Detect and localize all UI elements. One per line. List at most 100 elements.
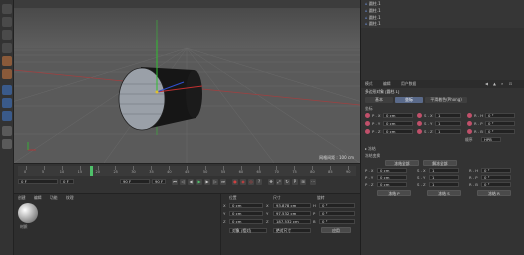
- tab-coords[interactable]: 坐标: [395, 97, 423, 103]
- object-row[interactable]: ⌂ 圆柱.1: [365, 21, 521, 27]
- mat-menu-edit[interactable]: 编辑: [34, 195, 42, 200]
- playhead[interactable]: [90, 166, 93, 176]
- fscale-y-field[interactable]: 1: [429, 175, 459, 180]
- keyframe-dot-icon[interactable]: [365, 113, 370, 118]
- keyframe-dot-icon[interactable]: [365, 129, 370, 134]
- apply-button[interactable]: 应用: [321, 227, 351, 233]
- menu-userdata[interactable]: 用户数据: [401, 81, 416, 86]
- keyframe-dot-icon[interactable]: [365, 121, 370, 126]
- frot-h-field[interactable]: 0 °: [481, 168, 511, 173]
- lock-icon[interactable]: ⊡: [509, 81, 512, 86]
- coord-rot-h[interactable]: 0 °: [319, 203, 355, 208]
- dots-icon[interactable]: ⋯: [310, 179, 316, 185]
- mat-menu-texture[interactable]: 纹理: [66, 195, 74, 200]
- pos-x-field[interactable]: 0 cm: [383, 113, 413, 118]
- scale-x-field[interactable]: 1: [435, 113, 461, 118]
- 3d-viewport[interactable]: 网格间距 : 100 cm: [14, 0, 360, 163]
- autokey-icon[interactable]: ◉: [240, 179, 246, 185]
- scale-key-icon[interactable]: ⤢: [276, 179, 282, 185]
- polys-mode-icon[interactable]: [2, 111, 12, 121]
- record-icon[interactable]: ●: [232, 179, 238, 185]
- coord-size-mode-select[interactable]: 绝对尺寸: [273, 228, 311, 233]
- coord-mode-select[interactable]: 对象 (相对): [229, 228, 267, 233]
- rot-b-field[interactable]: 0 °: [485, 129, 515, 134]
- tab-phong[interactable]: 平滑着色(Phong): [425, 97, 467, 103]
- keyframe-dot-icon[interactable]: [417, 129, 422, 134]
- material-swatch[interactable]: [18, 203, 38, 223]
- fpos-z-field[interactable]: 0 cm: [377, 182, 407, 187]
- fpos-x-field[interactable]: 0 cm: [377, 168, 407, 173]
- prev-frame-icon[interactable]: ◀: [188, 179, 194, 185]
- coord-pos-x[interactable]: 0 cm: [229, 203, 263, 208]
- coord-rot-p[interactable]: 0 °: [319, 211, 355, 216]
- freeze-r-button[interactable]: 冻结 R: [477, 190, 511, 196]
- menu-edit[interactable]: 编辑: [383, 81, 391, 86]
- goto-end-icon[interactable]: ⏭: [220, 179, 226, 185]
- rot-p-field[interactable]: 0 °: [485, 121, 515, 126]
- freeze-section[interactable]: ▸ 冻结: [365, 146, 376, 151]
- start-frame-field[interactable]: 0 F: [60, 179, 74, 184]
- mat-menu-function[interactable]: 功能: [50, 195, 58, 200]
- up-icon[interactable]: ▲: [493, 81, 496, 86]
- undo-icon[interactable]: [2, 4, 12, 14]
- mat-menu-create[interactable]: 创建: [18, 195, 26, 200]
- back-icon[interactable]: ◀: [485, 81, 488, 86]
- pos-key-icon[interactable]: ✥: [268, 179, 274, 185]
- object-row[interactable]: ⌂ 圆柱.1: [365, 8, 521, 14]
- timeline-ruler[interactable]: 0 5 10 15 20 25 30 35 40 45 50 55 60 65 70 75 80 85 90: [18, 166, 356, 176]
- keyframe-dot-icon[interactable]: [417, 121, 422, 126]
- rot-key-icon[interactable]: ↻: [284, 179, 290, 185]
- param-key-icon[interactable]: P: [292, 179, 298, 185]
- move-tool-icon[interactable]: [2, 17, 12, 27]
- object-row[interactable]: ⌂ 圆柱.1: [365, 1, 521, 7]
- scale-y-field[interactable]: 1: [435, 121, 461, 126]
- freeze-p-button[interactable]: 冻结 P: [377, 190, 411, 196]
- tab-basic[interactable]: 基本: [365, 97, 393, 103]
- fscale-z-field[interactable]: 1: [429, 182, 459, 187]
- rotate-tool-icon[interactable]: [2, 43, 12, 53]
- coord-rot-b[interactable]: 0 °: [319, 219, 355, 224]
- pos-z-field[interactable]: 0 cm: [383, 129, 413, 134]
- play-icon[interactable]: ▶: [196, 179, 202, 185]
- order-select[interactable]: HPB: [481, 137, 501, 142]
- cube-icon[interactable]: [2, 56, 12, 66]
- fpos-y-field[interactable]: 0 cm: [377, 175, 407, 180]
- end-frame-field[interactable]: 90 F: [120, 179, 150, 184]
- coord-pos-y[interactable]: 0 cm: [229, 211, 263, 216]
- coord-size-x[interactable]: 93.878 cm: [273, 203, 311, 208]
- rot-h-field[interactable]: 0 °: [485, 113, 515, 118]
- keyframe-selection-icon[interactable]: ◎: [248, 179, 254, 185]
- keyframe-dot-icon[interactable]: [467, 113, 472, 118]
- goto-start-icon[interactable]: ⏮: [172, 179, 178, 185]
- menu-mode[interactable]: 模式: [365, 81, 373, 86]
- pos-y-field[interactable]: 0 cm: [383, 121, 413, 126]
- polygon-icon[interactable]: [2, 69, 12, 79]
- lock-icon[interactable]: [2, 139, 12, 149]
- next-key-icon[interactable]: ▷: [212, 179, 218, 185]
- frot-b-field[interactable]: 0 °: [481, 182, 511, 187]
- next-frame-icon[interactable]: ▶: [204, 179, 210, 185]
- coord-size-y[interactable]: 97.532 cm: [273, 211, 311, 216]
- coord-size-z[interactable]: 187.532 cm: [273, 219, 311, 224]
- end2-frame-field[interactable]: 90 F: [152, 179, 166, 184]
- points-mode-icon[interactable]: [2, 85, 12, 95]
- freeze-s-button[interactable]: 冻结 S: [427, 190, 461, 196]
- keyframe-dot-icon[interactable]: [467, 121, 472, 126]
- snap-icon[interactable]: [2, 126, 12, 136]
- keyframe-dot-icon[interactable]: [467, 129, 472, 134]
- current-frame-field[interactable]: 0 F: [18, 179, 58, 184]
- keyframe-dot-icon[interactable]: [417, 113, 422, 118]
- edges-mode-icon[interactable]: [2, 98, 12, 108]
- material-label[interactable]: 材质: [20, 224, 28, 229]
- scale-tool-icon[interactable]: [2, 30, 12, 40]
- fscale-x-field[interactable]: 1: [429, 168, 459, 173]
- pla-key-icon[interactable]: ⊞: [300, 179, 306, 185]
- help-icon[interactable]: ?: [256, 179, 262, 185]
- search-icon[interactable]: ⌕: [501, 81, 503, 86]
- prev-key-icon[interactable]: ◁: [180, 179, 186, 185]
- scale-z-field[interactable]: 1: [435, 129, 461, 134]
- frot-p-field[interactable]: 0 °: [481, 175, 511, 180]
- coord-pos-z[interactable]: 0 cm: [229, 219, 263, 224]
- unfreeze-all-button[interactable]: 解冻全部: [423, 160, 457, 166]
- freeze-all-button[interactable]: 冻结全部: [385, 160, 419, 166]
